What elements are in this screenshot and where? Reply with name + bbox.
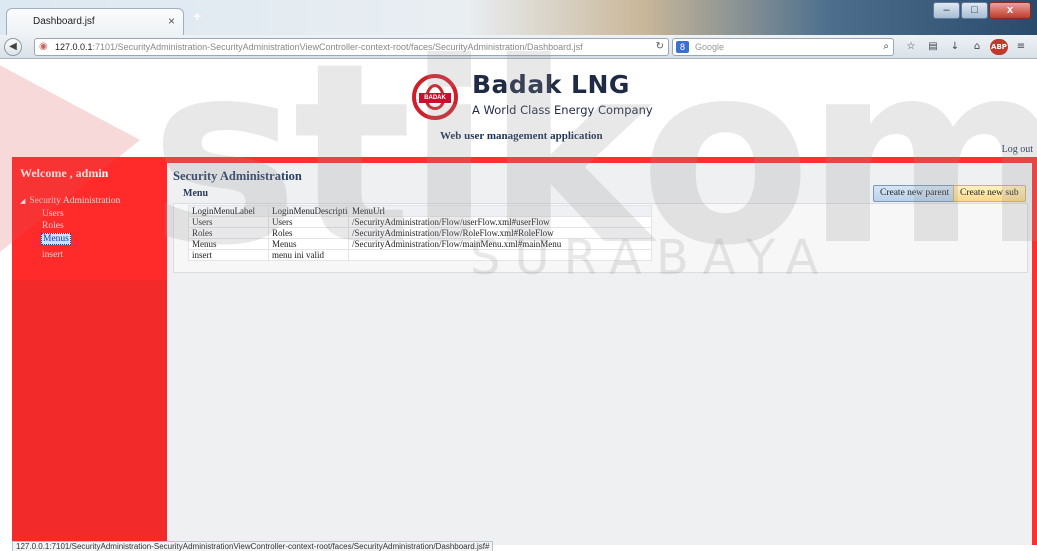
column-header-url[interactable]: MenuUrl xyxy=(348,205,652,217)
cell-description: menu ini valid xyxy=(268,249,349,261)
menu-table-panel: LoginMenuLabel LoginMenuDescription Menu… xyxy=(173,203,1028,273)
menu-icon[interactable]: ≡ xyxy=(1012,39,1030,55)
create-new-parent-button[interactable]: Create new parent xyxy=(873,185,957,202)
downloads-icon[interactable]: ↓ xyxy=(946,39,964,55)
create-new-sub-button[interactable]: Create new sub xyxy=(953,185,1026,202)
cell-url xyxy=(348,249,652,261)
url-path: :7101/SecurityAdministration-SecurityAdm… xyxy=(92,42,583,52)
logout-link[interactable]: Log out xyxy=(1002,144,1033,155)
brand-tagline: A World Class Energy Company xyxy=(472,103,653,117)
maximize-button[interactable]: □ xyxy=(961,2,988,19)
site-identity-icon[interactable]: ◉ xyxy=(39,39,48,55)
window-controls: – □ x xyxy=(932,2,1031,19)
sidebar-item-menus[interactable]: Menus xyxy=(41,233,71,245)
badak-logo-icon: BADAK xyxy=(412,74,458,120)
table-row[interactable]: Roles Roles /SecurityAdministration/Flow… xyxy=(188,227,652,239)
close-tab-icon[interactable]: × xyxy=(168,14,175,28)
new-tab-button[interactable]: + xyxy=(193,8,201,24)
column-header-description[interactable]: LoginMenuDescription xyxy=(268,205,349,217)
url-text: 127.0.0.1:7101/SecurityAdministration-Se… xyxy=(55,39,583,55)
home-icon[interactable]: ⌂ xyxy=(968,39,986,55)
sidebar-lower xyxy=(12,280,167,545)
browser-titlebar: Dashboard.jsf × + – □ x xyxy=(0,0,1037,35)
cell-label: insert xyxy=(188,249,269,261)
logo-badge: BADAK xyxy=(419,93,451,103)
company-logo: BADAK Badak LNG A World Class Energy Com… xyxy=(412,70,672,124)
close-window-button[interactable]: x xyxy=(989,2,1031,19)
address-bar[interactable]: ◉ 127.0.0.1:7101/SecurityAdministration-… xyxy=(34,38,669,56)
cell-description: Menus xyxy=(268,238,349,250)
welcome-text: Welcome , admin xyxy=(20,166,109,180)
panel-title: Menu xyxy=(183,188,208,199)
main-content: Security Administration Menu Create new … xyxy=(167,163,1032,545)
table-row[interactable]: Users Users /SecurityAdministration/Flow… xyxy=(188,216,652,228)
tree-root-label: Security Administration xyxy=(29,196,121,206)
cell-label: Roles xyxy=(188,227,269,239)
table-header-row: LoginMenuLabel LoginMenuDescription Menu… xyxy=(188,205,652,217)
status-bar-url: 127.0.0.1:7101/SecurityAdministration-Se… xyxy=(12,541,494,551)
search-icon[interactable]: ⌕ xyxy=(883,39,889,55)
tab-title: Dashboard.jsf xyxy=(33,16,95,27)
menu-panel-header: Menu Create new parent Create new sub xyxy=(173,185,1028,203)
tree-root-security-administration[interactable]: ◢ Security Administration xyxy=(20,196,120,206)
cell-description: Users xyxy=(268,216,349,228)
sidebar-item-users[interactable]: Users xyxy=(42,209,64,219)
brand-name: Badak LNG xyxy=(472,70,630,99)
cell-label: Users xyxy=(188,216,269,228)
sidebar-item-insert[interactable]: insert xyxy=(42,250,63,260)
google-icon[interactable]: 8 xyxy=(676,41,689,53)
search-bar[interactable]: 8 Google ⌕ xyxy=(672,38,894,56)
sidebar-item-roles[interactable]: Roles xyxy=(42,221,64,231)
table-row[interactable]: Menus Menus /SecurityAdministration/Flow… xyxy=(188,238,652,250)
reload-icon[interactable]: ↻ xyxy=(656,39,664,55)
cell-description: Roles xyxy=(268,227,349,239)
bookmark-star-icon[interactable]: ☆ xyxy=(902,39,920,55)
expand-triangle-icon[interactable]: ◢ xyxy=(20,197,25,205)
search-input[interactable]: Google xyxy=(695,39,724,55)
url-host: 127.0.0.1 xyxy=(55,42,93,52)
app-title: Web user management application xyxy=(440,130,603,142)
adblock-icon[interactable]: ABP xyxy=(990,39,1008,55)
cell-url: /SecurityAdministration/Flow/RoleFlow.xm… xyxy=(348,227,652,239)
menu-table: LoginMenuLabel LoginMenuDescription Menu… xyxy=(188,205,652,261)
back-arrow-icon[interactable]: ◀ xyxy=(4,38,22,56)
cell-url: /SecurityAdministration/Flow/userFlow.xm… xyxy=(348,216,652,228)
minimize-button[interactable]: – xyxy=(933,2,960,19)
toolbar-icons: ☆ ▤ ↓ ⌂ ABP ≡ xyxy=(902,39,1034,55)
column-header-label[interactable]: LoginMenuLabel xyxy=(188,205,269,217)
table-row[interactable]: insert menu ini valid xyxy=(188,249,652,261)
page-title: Security Administration xyxy=(173,169,302,183)
cell-url: /SecurityAdministration/Flow/mainMenu.xm… xyxy=(348,238,652,250)
browser-tab[interactable]: Dashboard.jsf × xyxy=(6,8,184,35)
navigation-toolbar: ◀ ◉ 127.0.0.1:7101/SecurityAdministratio… xyxy=(0,35,1037,59)
bookmarks-icon[interactable]: ▤ xyxy=(924,39,942,55)
cell-label: Menus xyxy=(188,238,269,250)
